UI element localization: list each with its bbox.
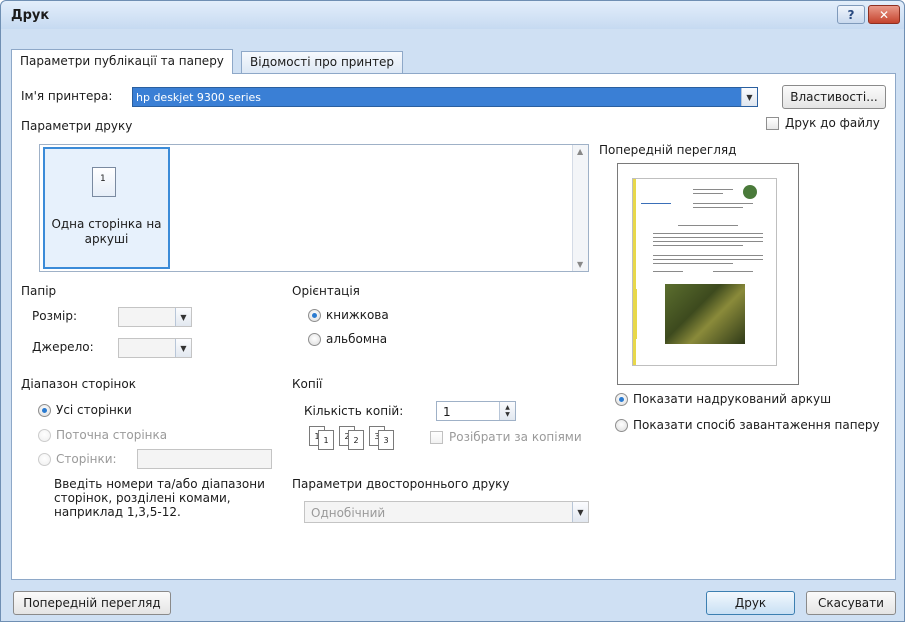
print-to-file-label: Друк до файлу (785, 116, 880, 130)
tab-printer-info[interactable]: Відомості про принтер (241, 51, 404, 73)
copy-page-icon: 3 (378, 430, 394, 450)
print-dialog: Друк ? ✕ Параметри публікації та паперу … (0, 0, 905, 622)
pages-label: Сторінки: (56, 452, 117, 466)
printer-select[interactable]: hp deskjet 9300 series ▼ (132, 87, 758, 107)
chevron-down-icon[interactable]: ▼ (175, 308, 191, 326)
show-paper-feed-radio[interactable] (615, 419, 628, 432)
list-scrollbar[interactable]: ▲ ▼ (572, 145, 588, 271)
copy-page-icon: 1 (318, 430, 334, 450)
preview-area (617, 163, 799, 385)
print-button-label: Друк (734, 596, 767, 610)
printer-name-label: Ім'я принтера: (21, 89, 113, 103)
chevron-down-icon[interactable]: ▼ (572, 502, 588, 522)
copies-count-value: 1 (443, 405, 451, 419)
orientation-label: Орієнтація (292, 284, 360, 298)
show-paper-feed-label: Показати спосіб завантаження паперу (633, 418, 880, 432)
landscape-label: альбомна (326, 332, 388, 346)
pages-radio[interactable] (38, 453, 51, 466)
page-range-label: Діапазон сторінок (21, 377, 136, 391)
print-button[interactable]: Друк (706, 591, 795, 615)
print-options-label: Параметри друку (21, 119, 133, 133)
preview-page-thumbnail (632, 178, 777, 366)
all-pages-label: Усі сторінки (56, 403, 132, 417)
print-to-file-checkbox[interactable] (766, 117, 779, 130)
list-item-one-page-per-sheet[interactable]: 1 Одна сторінка на аркуші (43, 147, 170, 269)
cancel-button-label: Скасувати (818, 596, 884, 610)
cancel-button[interactable]: Скасувати (806, 591, 896, 615)
window-title: Друк (11, 8, 50, 23)
duplex-label: Параметри двостороннього друку (292, 477, 510, 491)
tab-publication-paper[interactable]: Параметри публікації та паперу (11, 49, 233, 74)
page-range-hint: Введіть номери та/або діапазони сторінок… (54, 477, 265, 519)
copies-count-label: Кількість копій: (304, 404, 404, 418)
printer-select-value: hp deskjet 9300 series (136, 91, 262, 104)
scroll-up-icon[interactable]: ▲ (577, 147, 583, 156)
help-button[interactable]: ? (837, 5, 865, 24)
properties-button-label: Властивості... (790, 90, 878, 104)
paper-source-select[interactable]: ▼ (118, 338, 192, 358)
close-icon: ✕ (878, 7, 890, 22)
current-page-radio[interactable] (38, 429, 51, 442)
page-icon: 1 (92, 167, 116, 197)
show-printed-sheet-label: Показати надрукований аркуш (633, 392, 832, 406)
show-printed-sheet-radio[interactable] (615, 393, 628, 406)
collate-checkbox[interactable] (430, 431, 443, 444)
spin-icon[interactable]: ▲ ▼ (499, 402, 515, 420)
chevron-down-icon[interactable]: ▼ (741, 88, 757, 106)
preview-button-label: Попередній перегляд (23, 596, 161, 610)
tab-panel: Ім'я принтера: hp deskjet 9300 series ▼ … (11, 73, 896, 580)
duplex-select[interactable]: Однобічний ▼ (304, 501, 589, 523)
preview-photo (665, 284, 745, 344)
paper-source-label: Джерело: (32, 340, 94, 354)
paper-size-label: Розмір: (32, 309, 78, 323)
current-page-label: Поточна сторінка (56, 428, 168, 442)
tab-label: Параметри публікації та паперу (20, 54, 224, 68)
duplex-value: Однобічний (311, 506, 386, 520)
copies-label: Копії (292, 377, 323, 391)
portrait-label: книжкова (326, 308, 389, 322)
scroll-down-icon[interactable]: ▼ (577, 260, 583, 269)
all-pages-radio[interactable] (38, 404, 51, 417)
tab-label: Відомості про принтер (250, 55, 395, 69)
print-options-list[interactable]: 1 Одна сторінка на аркуші ▲ ▼ (39, 144, 589, 272)
title-bar: Друк ? ✕ (1, 1, 904, 29)
landscape-radio[interactable] (308, 333, 321, 346)
properties-button[interactable]: Властивості... (782, 85, 886, 109)
copy-page-icon: 2 (348, 430, 364, 450)
pages-input[interactable] (137, 449, 272, 469)
copies-count-stepper[interactable]: 1 ▲ ▼ (436, 401, 516, 421)
paper-size-select[interactable]: ▼ (118, 307, 192, 327)
preview-button[interactable]: Попередній перегляд (13, 591, 171, 615)
help-icon: ? (847, 7, 855, 22)
collate-label: Розібрати за копіями (449, 430, 582, 444)
close-button[interactable]: ✕ (868, 5, 900, 24)
list-item-label: Одна сторінка на аркуші (51, 217, 162, 246)
preview-label: Попередній перегляд (599, 143, 737, 157)
portrait-radio[interactable] (308, 309, 321, 322)
paper-label: Папір (21, 284, 57, 298)
chevron-down-icon[interactable]: ▼ (175, 339, 191, 357)
